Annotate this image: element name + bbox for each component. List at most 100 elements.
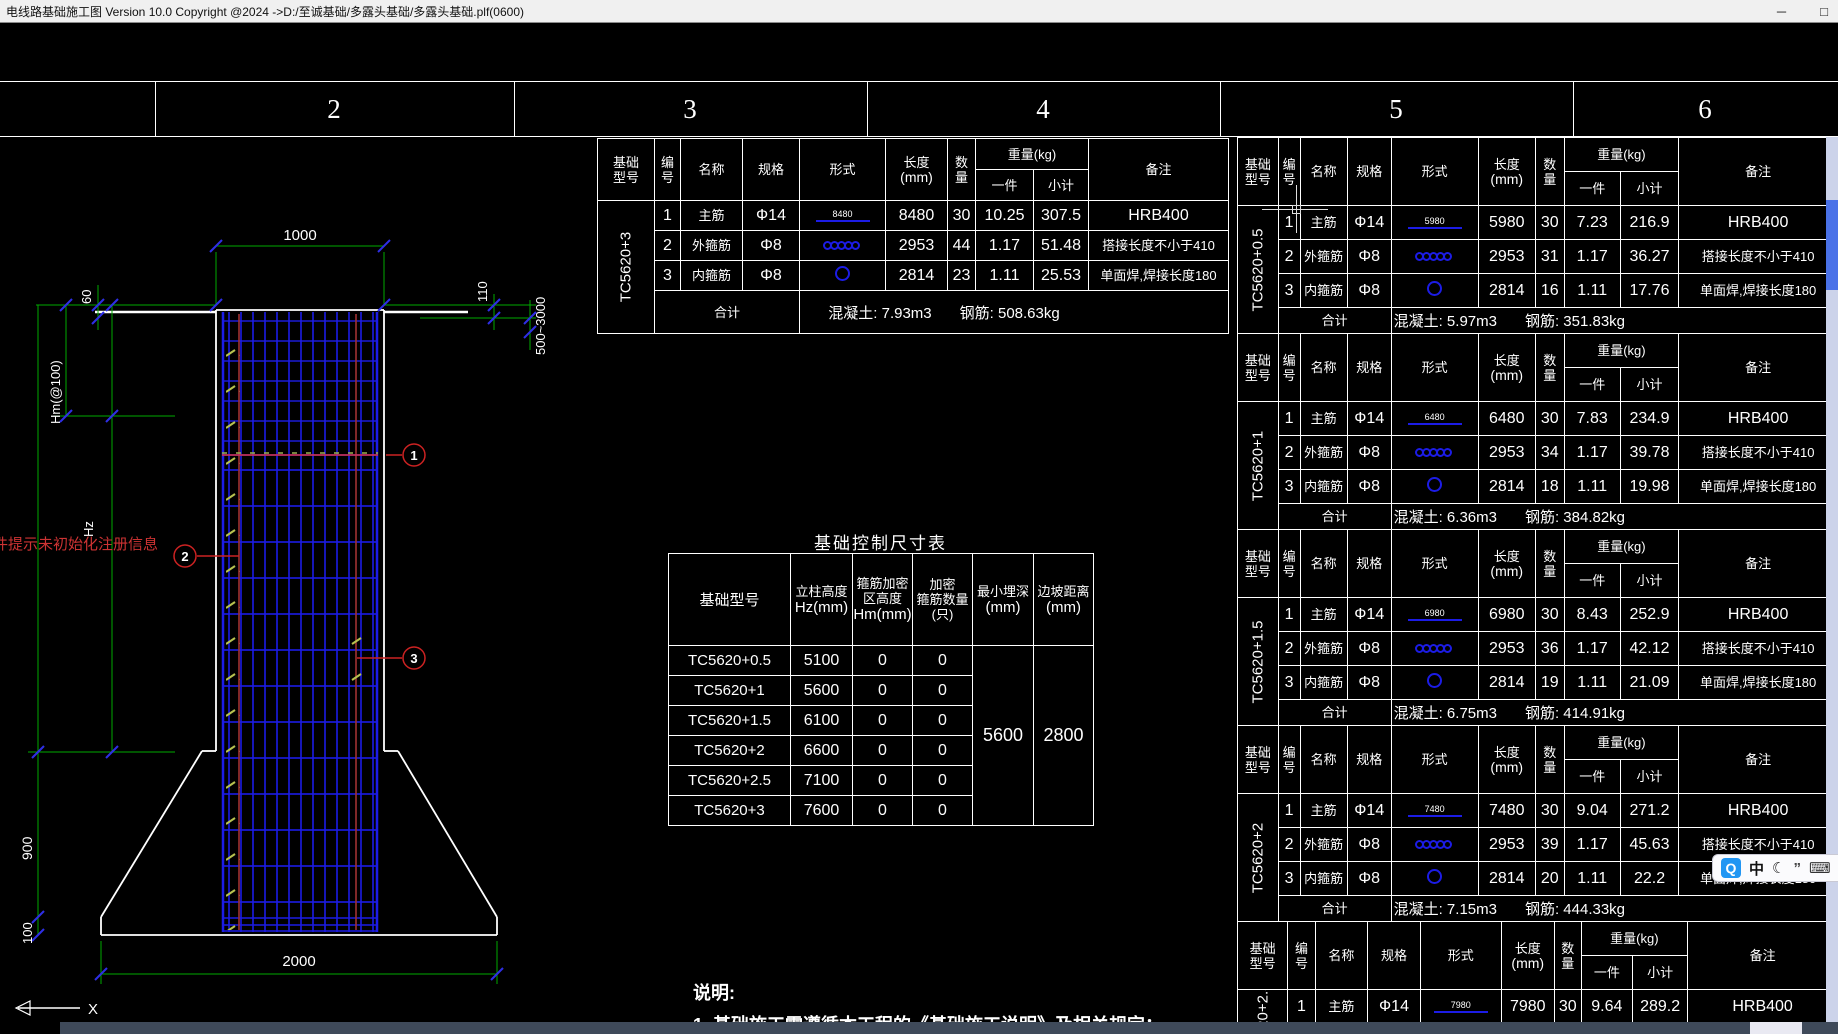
cell-model: TC5620+2 — [1237, 793, 1279, 922]
cell-model: TC5620+1.5 — [1237, 597, 1279, 726]
cell-spec: Ф14 — [742, 200, 800, 231]
cell-weight-one: 8.43 — [1563, 597, 1621, 632]
hdr-spec: 规格 — [1367, 921, 1421, 990]
callout-2[interactable]: 2 — [181, 549, 188, 564]
ruler-label: 4 — [1036, 94, 1050, 124]
cell-shape — [1390, 273, 1479, 308]
hdr-weight-one: 一件 — [975, 169, 1034, 201]
hdr-weight-sub: 小计 — [1033, 169, 1089, 201]
cell-length: 7480 — [1477, 793, 1536, 828]
cell-qty: 34 — [1534, 435, 1565, 470]
totals-label: 合计 — [1277, 895, 1392, 922]
bottom-strip-highlight — [1750, 1022, 1802, 1034]
title-bar: 电线路基础施工图 Version 10.0 Copyright @2024 ->… — [0, 0, 1838, 23]
dim-exposure-range: 500~3000 — [533, 297, 548, 355]
hdr-model: 基础型号 — [1237, 529, 1279, 598]
hdr-weight: 重量(kg) — [1580, 921, 1689, 956]
callout-3[interactable]: 3 — [410, 651, 417, 666]
cell-no: 2 — [654, 230, 681, 261]
hdr-qty: 数量 — [1534, 137, 1565, 206]
totals-values: 混凝土: 6.36m3 钢筋: 384.82kg — [1390, 503, 1838, 530]
rebar-table-tc5620-1-5: 基础 型号编号名称 规格 形式 长度 (mm) 数量重量(kg) 备注 一件 小计 TC5620… — [1237, 529, 1838, 726]
hdr-weight: 重量(kg) — [1563, 137, 1680, 172]
cell-name: 内箍筋 — [1299, 469, 1348, 504]
totals-values: 混凝土: 6.75m3 钢筋: 414.91kg — [1390, 699, 1838, 726]
cell-weight-sub: 234.9 — [1619, 401, 1680, 436]
cell-name: 主筋 — [680, 200, 743, 231]
ruler-label: 5 — [1389, 94, 1403, 124]
rebar-row: TC5620+3 1 主筋 Ф14 8480 8480 30 10.25 307… — [597, 200, 1229, 334]
cell-length: 2814 — [1477, 665, 1536, 700]
cell-length: 5980 — [1477, 205, 1536, 240]
rebar-row: TC5620+1 1 主筋 Ф14 6480 6480 30 7.83 234.9 HRB400 — [1237, 401, 1838, 530]
keyboard-icon[interactable]: ⌨ — [1809, 859, 1831, 877]
hdr-no: 编号 — [1277, 529, 1301, 598]
totals-label: 合计 — [1277, 699, 1392, 726]
hdr-length: 长度 (mm) — [1477, 333, 1536, 402]
rebar-row: TC5620+2.5 1 主筋 Ф14 7980 7980 30 9.64 289.2 HRB40… — [1236, 989, 1838, 1034]
cell-spec: Ф14 — [1346, 401, 1392, 436]
cell-hm: 0 — [852, 675, 913, 706]
cell-no: 2 — [1277, 239, 1301, 274]
moon-night-mode-icon[interactable]: ☾ — [1772, 859, 1785, 877]
cell-model: TC5620+2.5 — [668, 765, 791, 796]
outer-stirrup-shape-icon — [1392, 252, 1477, 261]
cell-weight-sub: 51.48 — [1033, 230, 1089, 261]
rebar-row: 3 内箍筋 Φ8 2814 16 1.11 17.76 单面焊,焊接长度180 — [1238, 273, 1838, 308]
cell-name: 内箍筋 — [680, 260, 743, 291]
bottom-status-strip — [60, 1022, 1838, 1034]
maximize-button[interactable]: □ — [1820, 4, 1828, 19]
rebar-row: 3 内箍筋 Φ8 2814 23 1.11 25.53 单面焊,焊接长度180 — [598, 260, 1229, 291]
cell-shape — [1390, 435, 1479, 470]
hdr-qty: 数量 — [1534, 333, 1565, 402]
main-bar-shape-icon — [1407, 815, 1462, 817]
cell-shape — [1390, 469, 1479, 504]
label-hm: Hm(@100) — [48, 360, 63, 424]
cell-name: 外箍筋 — [1299, 239, 1348, 274]
cell-no: 1 — [1277, 401, 1301, 436]
shape-dim-label: 6980 — [1424, 608, 1445, 618]
hdr-spec: 规格 — [1346, 725, 1392, 794]
cell-weight-one: 9.04 — [1563, 793, 1621, 828]
cell-qty: 0 — [912, 645, 973, 676]
ime-logo-icon[interactable]: Q — [1721, 858, 1741, 878]
cell-note: HRB400 — [1687, 989, 1838, 1024]
hdr-shape: 形式 — [1390, 725, 1479, 794]
outer-stirrup-shape-icon — [801, 241, 885, 250]
hdr-length: 长度 (mm) — [1477, 529, 1536, 598]
ruler-divider — [155, 82, 156, 136]
scrollbar-thumb[interactable] — [1826, 200, 1838, 290]
totals-row: 合计 混凝土: 6.36m3 钢筋: 384.82kg — [1238, 503, 1838, 530]
hdr-weight-one: 一件 — [1563, 563, 1621, 598]
hdr-model: 基础型号 — [1237, 725, 1279, 794]
cell-note: 单面焊,焊接长度180 — [1088, 260, 1229, 291]
cell-length: 2814 — [1477, 861, 1536, 896]
minimize-button[interactable]: ─ — [1777, 4, 1786, 19]
hdr-weight: 重量(kg) — [975, 138, 1089, 170]
cell-weight-sub: 36.27 — [1619, 239, 1680, 274]
hdr-weight-one: 一件 — [1580, 955, 1634, 990]
cell-no: 1 — [1277, 793, 1301, 828]
cell-spec: Φ8 — [1346, 861, 1392, 896]
shape-dim-label: 7980 — [1450, 1000, 1471, 1010]
cell-spec: Ф14 — [1346, 205, 1392, 240]
ime-language-toggle[interactable]: 中 — [1749, 858, 1764, 879]
cell-weight-one: 1.17 — [1563, 827, 1621, 862]
cell-shape — [1390, 827, 1479, 862]
inner-stirrup-shape-icon — [1427, 476, 1443, 492]
rebar-table-left: 基础 型号 编号 名称 规格 形式 长度 (mm) 数量 重量(kg) 备注 一件 … — [597, 138, 1229, 334]
callout-1[interactable]: 1 — [410, 448, 417, 463]
cell-shape: 6480 — [1390, 401, 1479, 436]
cell-qty: 30 — [1534, 793, 1565, 828]
hdr-name: 名称 — [1299, 725, 1348, 794]
rebar-table-tc5620-2-5: 基础 型号编号名称 规格 形式 长度 (mm) 数量重量(kg) 备注 一件 小计 TC5620… — [1236, 921, 1838, 1034]
cell-weight-one: 1.11 — [1563, 665, 1621, 700]
cell-weight-sub: 42.12 — [1619, 631, 1680, 666]
cell-qty: 18 — [1534, 469, 1565, 504]
dim-cap: 60 — [79, 290, 94, 304]
cell-hz: 5600 — [790, 675, 853, 706]
punctuation-toggle-icon[interactable]: ” — [1793, 860, 1801, 877]
hdr-spec: 规格 — [1346, 529, 1392, 598]
rebar-row: 3 内箍筋 Φ8 2814 18 1.11 19.98 单面焊,焊接长度180 — [1238, 469, 1838, 504]
cell-spec: Φ8 — [1346, 239, 1392, 274]
